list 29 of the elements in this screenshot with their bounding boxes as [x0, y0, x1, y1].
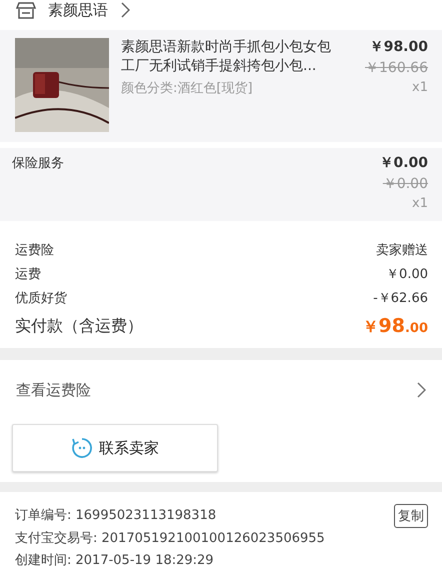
product-title: 素颜思语新款时尚手抓包小包女包工厂无利试销手提斜挎包小包... — [121, 38, 332, 76]
chevron-icon — [416, 382, 426, 398]
fee-value: 卖家赠送 — [376, 242, 428, 260]
chevron-icon — [120, 2, 130, 18]
fee-label: 运费险 — [15, 242, 54, 260]
shipping-insurance-link[interactable]: 查看运费险 — [0, 360, 442, 420]
contact-seller-button[interactable]: 联系卖家 — [12, 424, 218, 472]
product-card[interactable]: 素颜思语新款时尚手抓包小包女包工厂无利试销手提斜挎包小包... 颜色分类:酒红色[现货] ￥98.00 ￥160.66 x1 — [0, 30, 442, 142]
order-info-text: 支付宝交易号: 201705192100100126023506955 — [15, 530, 325, 548]
price: ￥0.00 — [379, 154, 428, 172]
order-info-text: 创建时间: 2017-05-19 18:29:29 — [15, 552, 214, 570]
price: ￥98.00 — [370, 38, 428, 56]
fee-label: 运费 — [15, 266, 41, 284]
insurance-label: 保险服务 — [12, 155, 64, 173]
shop-name[interactable]: 素颜思语 — [48, 0, 108, 20]
order-info-text: 订单编号: 16995023113198318 — [15, 507, 216, 525]
copy-button[interactable]: 复制 — [394, 504, 428, 528]
total-amount: ￥98.00 — [362, 314, 428, 339]
product-spec: 颜色分类:酒红色[现货] — [121, 80, 254, 97]
original-price: ￥0.00 — [382, 175, 428, 193]
original-price: ￥160.66 — [365, 59, 428, 77]
quantity: x1 — [412, 80, 428, 95]
chat-icon — [71, 437, 93, 459]
fee-label: 优质好货 — [15, 290, 67, 308]
fee-value: -￥62.66 — [373, 290, 428, 308]
shop-icon — [16, 1, 36, 19]
quantity: x1 — [412, 196, 428, 211]
total-label: 实付款（含运费） — [15, 315, 143, 337]
fee-value: ￥0.00 — [386, 266, 428, 284]
